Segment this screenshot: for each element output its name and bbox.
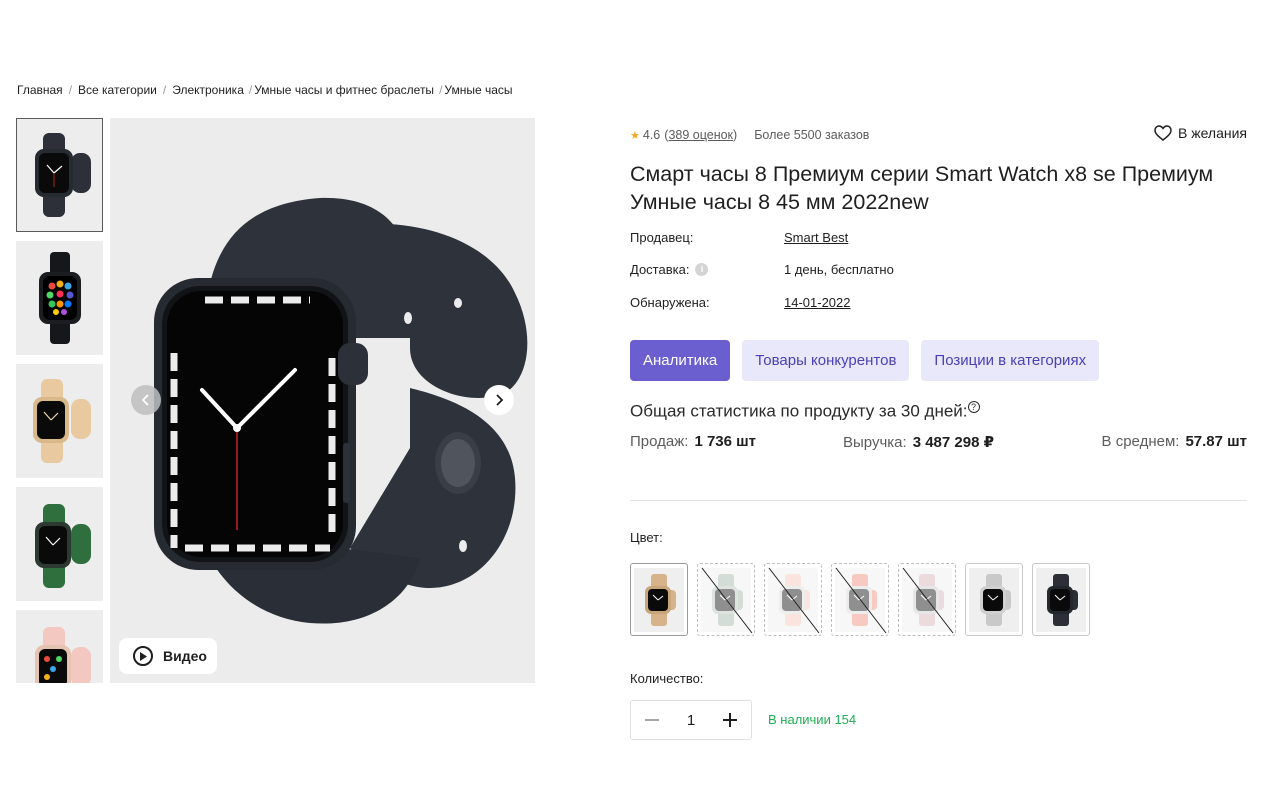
quantity-value[interactable]: 1 [687, 712, 695, 729]
watch-product-image [154, 197, 528, 624]
minus-icon [645, 719, 659, 721]
watch-swatch-image [645, 573, 676, 626]
thumbnail-list [16, 118, 103, 683]
rating-row: ★ 4.6 (389 оценок) Более 5500 заказов В … [630, 125, 1247, 142]
stats-row: Продаж: 1 736 шт Выручка: 3 487 298 ₽ В ср… [630, 433, 1247, 455]
thumbnail-pink-watch[interactable] [16, 610, 103, 683]
color-label: Цвет: [630, 530, 663, 545]
breadcrumb-separator: / [68, 83, 73, 97]
breadcrumb-separator: / [248, 83, 253, 97]
thumbnail-black-watch[interactable] [16, 118, 103, 232]
tab-competitor-products[interactable]: Товары конкурентов [742, 340, 910, 381]
thumbnail-green-watch[interactable] [16, 487, 103, 601]
delivery-label-wrap: Доставка: i [630, 262, 709, 277]
delivery-value: 1 день, бесплатно [784, 262, 894, 277]
orders-count: Более 5500 заказов [754, 128, 870, 142]
quantity-stepper: 1 [630, 700, 752, 740]
wishlist-button[interactable]: В желания [1154, 125, 1247, 141]
stat-average: В среднем: 57.87 шт [1102, 433, 1247, 450]
color-swatch-rose[interactable] [898, 563, 956, 636]
video-button[interactable]: Видео [119, 638, 217, 674]
seller-label: Продавец: [630, 230, 694, 245]
unavailable-cross-icon [902, 567, 954, 634]
heart-icon [1154, 125, 1172, 141]
breadcrumb-link-smartwatches[interactable]: Умные часы [444, 83, 512, 97]
unavailable-cross-icon [701, 567, 753, 634]
stat-average-label: В среднем: [1101, 433, 1180, 450]
seller-link[interactable]: Smart Best [784, 230, 848, 245]
found-date-link[interactable]: 14-01-2022 [784, 295, 851, 310]
color-swatch-black[interactable] [1032, 563, 1090, 636]
swatch-image [634, 567, 684, 632]
main-product-image: Видео [110, 118, 535, 683]
tab-category-positions[interactable]: Позиции в категориях [921, 340, 1100, 381]
breadcrumb-link-electronics[interactable]: Электроника [172, 83, 244, 97]
color-swatches [630, 563, 1099, 636]
stats-title-wrap: Общая статистика по продукту за 30 дней:… [630, 401, 980, 422]
stat-revenue-label: Выручка: [843, 434, 907, 451]
breadcrumb: Главная / Все категории / Электроника / … [17, 83, 513, 97]
reviews-link[interactable]: 389 оценок [668, 128, 733, 142]
play-icon [133, 646, 153, 666]
swatch-image [969, 567, 1019, 632]
thumbnail-black-watch-apps[interactable] [16, 241, 103, 355]
watch-thumbnail-image [32, 379, 91, 463]
stock-status: В наличии 154 [768, 712, 857, 727]
stat-sales-label: Продаж: [630, 433, 689, 450]
color-swatch-sage[interactable] [697, 563, 755, 636]
quantity-increase-button[interactable] [719, 709, 741, 731]
watch-swatch-image [1047, 573, 1078, 626]
wishlist-label: В желания [1177, 125, 1247, 141]
thumbnail-beige-watch[interactable] [16, 364, 103, 478]
watch-thumbnail-image [34, 133, 91, 217]
help-icon[interactable]: ? [967, 401, 980, 413]
delivery-label: Доставка: [630, 262, 690, 277]
breadcrumb-link-home[interactable]: Главная [17, 83, 63, 97]
breadcrumb-link-smartwatches-bracelets[interactable]: Умные часы и фитнес браслеты [254, 83, 434, 97]
watch-thumbnail-image [34, 504, 91, 588]
star-icon: ★ [630, 129, 640, 142]
divider [630, 500, 1247, 501]
info-icon[interactable]: i [695, 263, 709, 276]
color-swatch-coral[interactable] [831, 563, 889, 636]
quantity-label: Количество: [630, 671, 704, 686]
breadcrumb-link-all-categories[interactable]: Все категории [78, 83, 157, 97]
video-button-label: Видео [163, 648, 207, 664]
rating-value: 4.6 [642, 128, 661, 142]
tab-analytics[interactable]: Аналитика [630, 340, 731, 381]
breadcrumb-separator: / [439, 83, 443, 97]
stat-sales: Продаж: 1 736 шт [630, 433, 756, 450]
reviews-close-paren: ) [733, 128, 738, 142]
breadcrumb-separator: / [162, 83, 167, 97]
color-swatch-peach[interactable] [764, 563, 822, 636]
watch-thumbnail-image [38, 252, 81, 344]
analytics-tabs: Аналитика Товары конкурентов Позиции в к… [630, 340, 1111, 381]
stat-average-value: 57.87 шт [1185, 433, 1247, 450]
stat-revenue-value: 3 487 298 ₽ [912, 434, 995, 451]
stats-title: Общая статистика по продукту за 30 дней: [630, 401, 968, 421]
found-label: Обнаружена: [630, 295, 710, 310]
unavailable-cross-icon [768, 567, 820, 634]
swatch-image [1036, 567, 1086, 632]
plus-icon [723, 713, 737, 727]
color-swatch-beige[interactable] [630, 563, 688, 636]
chevron-left-icon [141, 394, 149, 406]
color-swatch-silver[interactable] [965, 563, 1023, 636]
gallery-prev-button[interactable] [131, 385, 161, 415]
watch-swatch-image [980, 573, 1011, 626]
quantity-decrease-button[interactable] [641, 709, 663, 731]
chevron-right-icon [496, 394, 504, 406]
watch-thumbnail-image [34, 627, 91, 683]
product-title: Смарт часы 8 Премиум серии Smart Watch x… [630, 162, 1214, 214]
stat-revenue: Выручка: 3 487 298 ₽ [843, 433, 994, 451]
unavailable-cross-icon [835, 567, 887, 634]
stat-sales-value: 1 736 шт [694, 433, 756, 450]
gallery-next-button[interactable] [484, 385, 514, 415]
